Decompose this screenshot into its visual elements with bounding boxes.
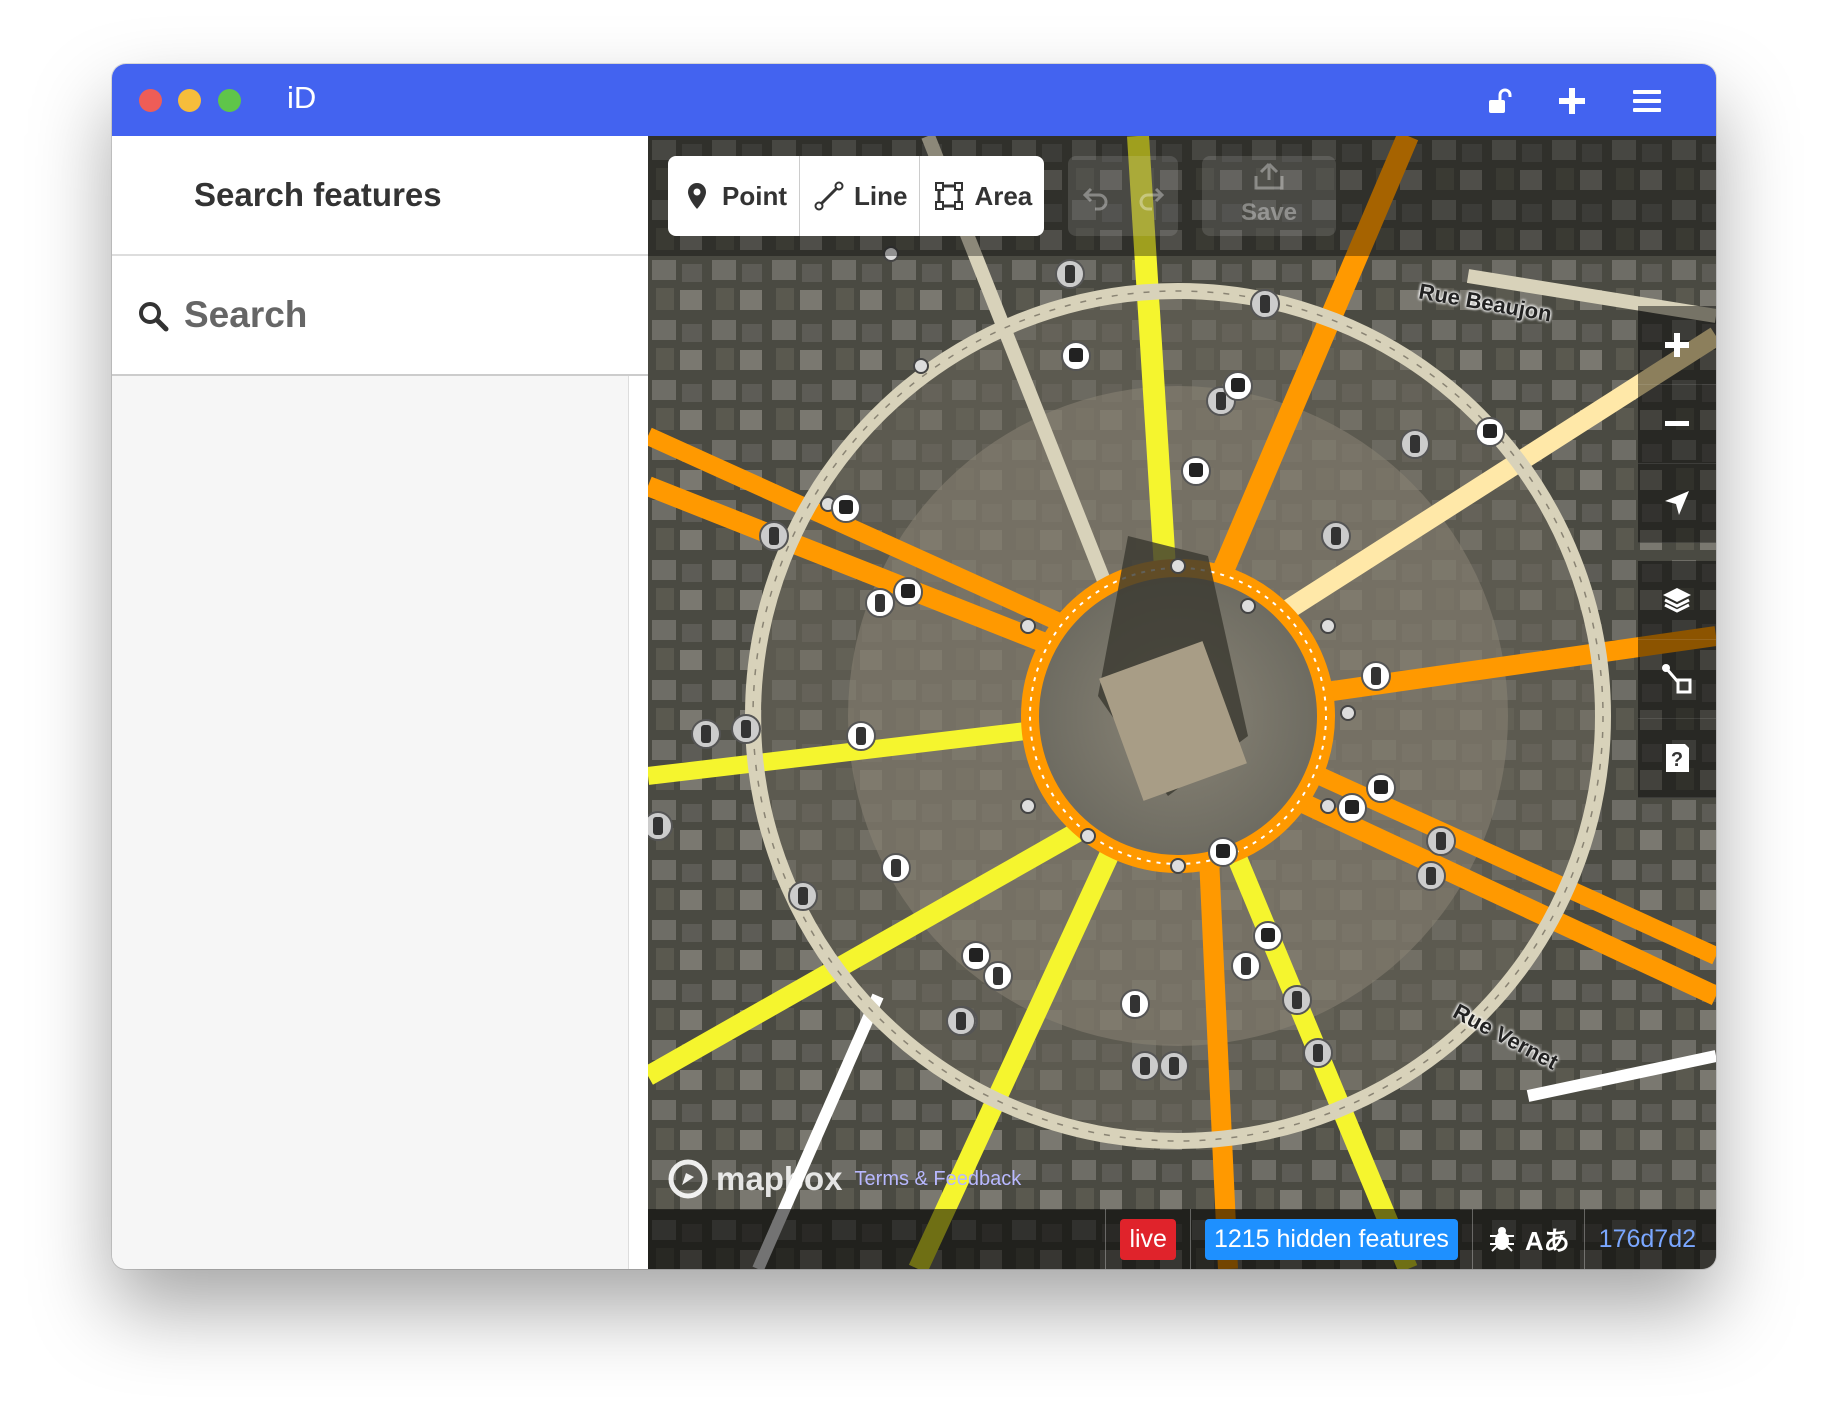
- map-controls: ?: [1638, 306, 1716, 798]
- add-point-button[interactable]: Point: [668, 156, 800, 236]
- window-maximize-button[interactable]: [218, 89, 241, 112]
- plus-icon[interactable]: [1555, 84, 1589, 118]
- footer-tools: Aあ: [1487, 1221, 1570, 1258]
- version-link[interactable]: 176d7d2: [1599, 1225, 1696, 1254]
- pin-icon: [688, 183, 706, 209]
- line-icon: [814, 181, 844, 211]
- upload-icon: [1254, 162, 1284, 190]
- zoom-in-icon: [1665, 333, 1689, 357]
- window-close-button[interactable]: [139, 89, 162, 112]
- save-button[interactable]: Save: [1202, 156, 1336, 236]
- search-input[interactable]: [182, 280, 626, 350]
- sidebar-header: Search features: [112, 136, 648, 256]
- title-bar: iD: [112, 64, 1716, 136]
- hamburger-menu-icon[interactable]: [1630, 84, 1664, 118]
- map-view[interactable]: Rue Beaujon Rue Vernet Point Line Area S…: [648, 136, 1716, 1269]
- save-label: Save: [1240, 199, 1298, 226]
- svg-text:?: ?: [1671, 749, 1683, 771]
- undo-icon[interactable]: [1081, 181, 1111, 211]
- sidebar: Search features: [112, 136, 649, 1269]
- geolocate-button[interactable]: [1638, 464, 1716, 543]
- add-line-label: Line: [854, 180, 908, 211]
- redo-icon[interactable]: [1136, 181, 1166, 211]
- help-button[interactable]: ?: [1638, 719, 1716, 798]
- zoom-in-button[interactable]: [1638, 306, 1716, 385]
- sidebar-title: Search features: [194, 176, 442, 213]
- mapbox-label: mapbox: [716, 1160, 843, 1197]
- feature-search: [112, 256, 648, 376]
- geolocate-icon: [1665, 491, 1689, 515]
- area-icon: [935, 182, 964, 210]
- zoom-out-button[interactable]: [1638, 385, 1716, 464]
- mapbox-logo[interactable]: mapbox Terms & Feedback: [668, 1159, 1021, 1199]
- map-data-icon: [1662, 664, 1692, 694]
- search-icon: [139, 302, 169, 332]
- undo-redo-group: [1068, 156, 1178, 236]
- hidden-features-badge[interactable]: 1215 hidden features: [1204, 1218, 1458, 1260]
- live-badge[interactable]: live: [1120, 1218, 1176, 1260]
- lock-open-icon[interactable]: [1482, 84, 1516, 118]
- add-area-button[interactable]: Area: [920, 156, 1044, 236]
- sidebar-scrollbar[interactable]: [628, 376, 649, 1269]
- mapbox-icon: [668, 1159, 708, 1199]
- app-window: iD Search features Search Rue Beaujon Ru…: [112, 64, 1716, 1269]
- map-footer: live 1215 hidden features Aあ 176d7d2: [648, 1209, 1716, 1269]
- bug-icon[interactable]: [1487, 1224, 1517, 1254]
- zoom-out-icon: [1665, 421, 1689, 426]
- window-minimize-button[interactable]: [178, 89, 201, 112]
- help-icon: ?: [1666, 744, 1689, 772]
- map-data-button[interactable]: [1638, 640, 1716, 719]
- add-mode-buttons: Point Line Area: [668, 156, 1045, 236]
- add-area-label: Area: [974, 180, 1033, 211]
- language-icon[interactable]: Aあ: [1525, 1221, 1570, 1258]
- app-title: iD: [287, 80, 317, 115]
- add-point-label: Point: [722, 180, 787, 211]
- background-layers-button[interactable]: [1638, 561, 1716, 640]
- add-line-button[interactable]: Line: [800, 156, 921, 236]
- terms-feedback-link[interactable]: Terms & Feedback: [855, 1168, 1022, 1191]
- map-canvas[interactable]: [648, 136, 1716, 1269]
- layers-icon: [1663, 588, 1691, 613]
